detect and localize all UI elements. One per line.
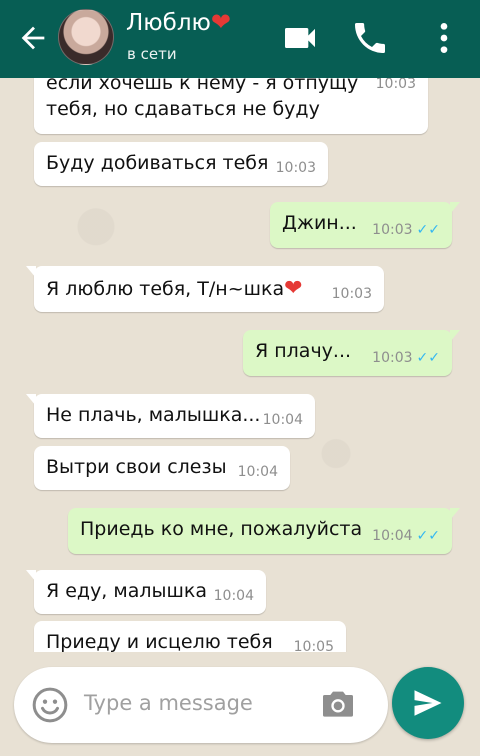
message-time: 10:04 ✓✓ [372,528,440,544]
message-time-text: 10:03 [372,350,413,366]
message-bubble[interactable]: Буду добиваться тебя 10:03 [34,142,328,186]
double-check-icon: ✓✓ [416,350,440,366]
chat-header: Люблю❤ в сети [0,0,480,78]
message-bubble[interactable]: Приедь ко мне, пожалуйста 10:04 ✓✓ [68,508,460,554]
message-text: тебя, но сдаваться не буду [46,98,320,120]
heart-icon: ❤ [210,8,232,36]
message-bubble[interactable]: Приеду и исцелю тебя 10:05 [34,621,346,652]
message-time: 10:03 ✓✓ [372,222,440,238]
phone-call-icon[interactable] [350,18,390,58]
message-time: 10:03 [331,286,372,302]
send-icon [414,690,442,716]
message-text: Я люблю тебя, Т/н~шка [46,278,285,300]
contact-status: в сети [127,45,177,63]
emoji-icon[interactable] [30,685,70,725]
contact-avatar[interactable] [58,9,114,65]
message-time: 10:03 [375,78,416,92]
message-text: Не плачь, малышка... [46,404,261,426]
message-bubble[interactable]: Не плачь, малышка... 10:04 [26,394,315,438]
message-input[interactable]: Type a message [84,691,253,715]
back-arrow-icon[interactable] [16,21,50,55]
double-check-icon: ✓✓ [416,222,440,238]
contact-name[interactable]: Люблю❤ [126,6,231,39]
video-call-icon[interactable] [280,18,320,58]
message-time-text: 10:04 [372,528,413,544]
contact-name-text: Люблю [126,10,211,36]
message-time-text: 10:03 [372,222,413,238]
message-text: Приеду и исцелю тебя [46,631,273,652]
message-time: 10:05 [293,639,334,652]
message-text: Я плачу... [255,340,352,362]
message-time: 10:04 [262,412,303,428]
message-time: 10:04 [237,464,278,480]
message-bubble[interactable]: если хочешь к нему - я отпущу тебя, но с… [34,78,428,134]
message-list[interactable]: если хочешь к нему - я отпущу тебя, но с… [0,78,480,652]
heart-emoji: ❤ [284,276,303,301]
message-bubble[interactable]: Я плачу... 10:03 ✓✓ [243,330,460,376]
more-options-icon[interactable] [424,18,464,58]
message-bubble[interactable]: Вытри свои слезы 10:04 [34,446,290,490]
send-button[interactable] [392,667,464,739]
message-text: Джин... [282,212,357,234]
message-text: Буду добиваться тебя [46,152,269,174]
message-bubble[interactable]: Я люблю тебя, Т/н~шка❤ 10:03 [26,266,384,312]
message-text: Приедь ко мне, пожалуйста [80,518,363,540]
message-time: 10:03 ✓✓ [372,350,440,366]
message-time: 10:04 [213,588,254,604]
message-time: 10:03 [275,160,316,176]
message-text: Вытри свои слезы [46,456,227,478]
camera-icon[interactable] [318,685,358,725]
message-text: если хочешь к нему - я отпущу [46,78,359,94]
message-composer[interactable]: Type a message [14,667,388,743]
message-text: Я еду, малышка [46,580,208,602]
double-check-icon: ✓✓ [416,528,440,544]
message-bubble[interactable]: Джин... 10:03 ✓✓ [270,202,460,248]
message-bubble[interactable]: Я еду, малышка 10:04 [26,570,266,614]
